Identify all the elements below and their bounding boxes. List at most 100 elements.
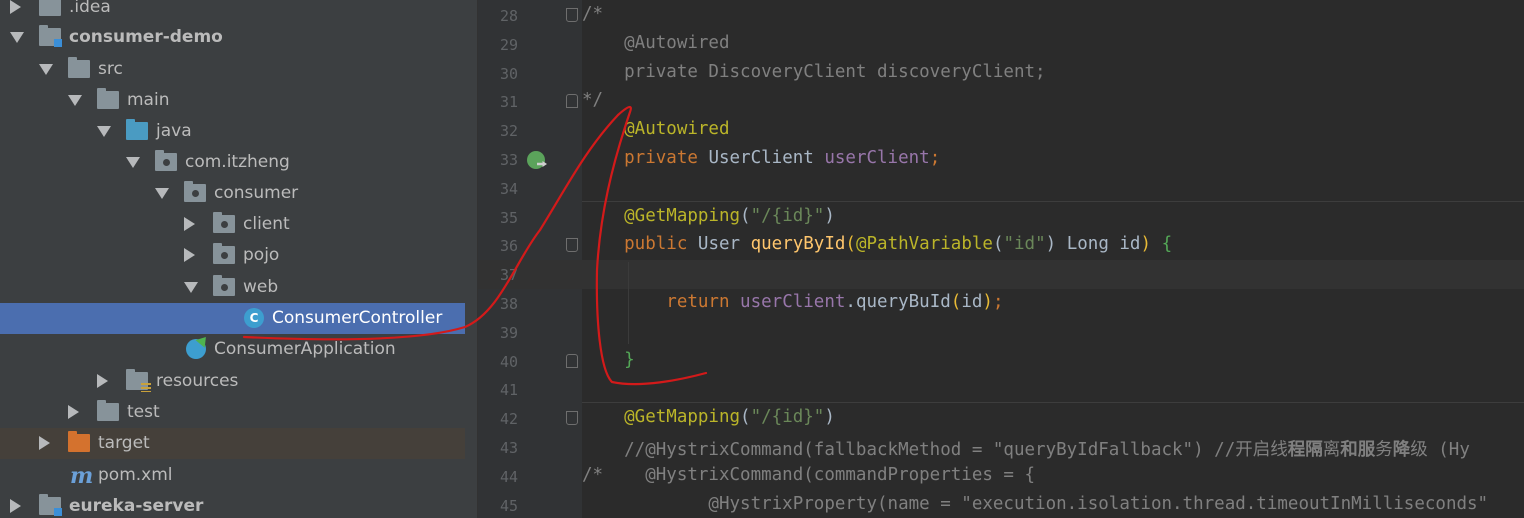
spring-bean-navigate-icon[interactable] — [527, 151, 545, 169]
code-token: 降 — [1392, 440, 1411, 460]
tree-item-label: ConsumerController — [272, 308, 443, 328]
fold-marker-icon[interactable] — [566, 411, 578, 425]
tree-item-test[interactable]: test — [0, 397, 465, 428]
line-number: 44 — [499, 468, 518, 486]
code-line[interactable]: 29 @Autowired — [478, 30, 1524, 59]
tree-item-label: main — [127, 90, 170, 110]
chevron-right-icon[interactable] — [184, 248, 195, 262]
code-text: private DiscoveryClient discoveryClient; — [582, 62, 1045, 82]
tree-item-label: web — [243, 277, 279, 297]
chevron-down-icon[interactable] — [39, 64, 53, 75]
code-text: /* — [582, 4, 603, 24]
code-line[interactable]: 40 } — [478, 347, 1524, 376]
tree-item-resources[interactable]: resources — [0, 366, 465, 397]
code-token: userClient — [740, 292, 846, 312]
tree-item-src[interactable]: src — [0, 54, 465, 85]
code-line[interactable]: 30 private DiscoveryClient discoveryClie… — [478, 59, 1524, 88]
code-line[interactable]: 38 return userClient.queryBuId(id); — [478, 289, 1524, 318]
tree-item-eureka-server[interactable]: eureka-server — [0, 491, 465, 518]
code-line[interactable]: 31 */ — [478, 87, 1524, 116]
code-text: public User queryById(@PathVariable("id"… — [582, 234, 1172, 254]
chevron-down-icon[interactable] — [184, 282, 198, 293]
tree-item-com-itzheng[interactable]: com.itzheng — [0, 147, 465, 178]
fold-marker-icon[interactable] — [566, 8, 578, 22]
code-token: "id" — [1003, 234, 1046, 254]
tree-item-label: client — [243, 214, 290, 234]
chevron-down-icon[interactable] — [10, 32, 24, 43]
code-token: ( — [950, 292, 962, 312]
code-text: @GetMapping("/{id}") — [582, 206, 835, 226]
code-text: return userClient.queryBuId(id); — [582, 292, 1003, 312]
code-line[interactable]: 36 public User queryById(@PathVariable("… — [478, 231, 1524, 260]
code-token: ( — [992, 234, 1004, 254]
chevron-right-icon[interactable] — [97, 374, 108, 388]
java-class-icon: C — [244, 308, 264, 328]
code-line[interactable]: 32 @Autowired — [478, 116, 1524, 145]
code-line[interactable]: 28 /* — [478, 1, 1524, 30]
chevron-right-icon[interactable] — [68, 405, 79, 419]
tree-item-consumer[interactable]: consumer — [0, 178, 465, 209]
chevron-down-icon[interactable] — [68, 95, 82, 106]
tree-item-target[interactable]: target — [0, 428, 465, 459]
chevron-right-icon[interactable] — [10, 0, 21, 14]
tree-item-consumercontroller[interactable]: C ConsumerController — [0, 303, 465, 334]
tree-item-label: src — [98, 59, 123, 79]
folder-icon — [68, 431, 90, 452]
code-token: 务 — [1375, 440, 1393, 460]
tree-item-label: resources — [156, 371, 239, 391]
maven-icon: m — [70, 463, 94, 489]
tree-item-label: com.itzheng — [185, 152, 290, 172]
chevron-down-icon[interactable] — [97, 126, 111, 137]
code-line[interactable]: 35 @GetMapping("/{id}") — [478, 203, 1524, 232]
chevron-right-icon[interactable] — [10, 499, 21, 513]
code-line[interactable]: 44 /* @HystrixCommand(commandProperties =… — [478, 462, 1524, 491]
panel-divider[interactable] — [465, 0, 478, 518]
code-editor[interactable]: 28/* 29 @Autowired 30 private DiscoveryCli… — [478, 0, 1524, 518]
tree-item-pojo[interactable]: pojo — [0, 240, 465, 271]
code-token: 程隔 — [1287, 440, 1323, 460]
folder-icon — [68, 57, 90, 78]
spring-boot-class-icon — [186, 339, 206, 359]
fold-marker-icon[interactable] — [566, 238, 578, 252]
code-line[interactable]: 33 private UserClient userClient; — [478, 145, 1524, 174]
module-icon — [39, 494, 62, 516]
code-text: //@HystrixCommand(fallbackMethod = "quer… — [582, 436, 1470, 461]
code-line[interactable]: 39 — [478, 318, 1524, 347]
code-token: ) — [1140, 234, 1152, 254]
code-line[interactable]: 43 //@HystrixCommand(fallbackMethod = "q… — [478, 433, 1524, 462]
chevron-right-icon[interactable] — [39, 436, 50, 450]
tree-item-pom-xml[interactable]: m pom.xml — [0, 460, 465, 491]
code-token: /* — [582, 4, 604, 24]
code-text: */ — [582, 90, 603, 110]
tree-item--idea[interactable]: .idea — [0, 0, 465, 23]
tree-item-consumer-demo[interactable]: consumer-demo — [0, 22, 465, 53]
code-token: UserClient — [708, 148, 825, 168]
chevron-right-icon[interactable] — [184, 217, 195, 231]
tree-item-label: consumer-demo — [69, 27, 223, 47]
tree-item-java[interactable]: java — [0, 116, 465, 147]
code-line[interactable]: 45 @HystrixProperty(name = "execution.is… — [478, 491, 1524, 518]
code-line[interactable]: 34 — [478, 174, 1524, 203]
code-line[interactable]: 37 — [478, 260, 1524, 289]
code-token: User — [697, 234, 751, 254]
chevron-down-icon[interactable] — [155, 188, 169, 199]
tree-item-client[interactable]: client — [0, 209, 465, 240]
code-token: @HystrixProperty(name = "execution.isola… — [582, 494, 1489, 514]
fold-marker-icon[interactable] — [566, 94, 578, 108]
method-separator — [582, 201, 1524, 202]
code-token: //@HystrixCommand(fallbackMethod = "quer… — [582, 440, 1288, 460]
code-line[interactable]: 42 @GetMapping("/{id}") — [478, 404, 1524, 433]
code-token: queryById — [750, 234, 846, 254]
code-token: private — [582, 148, 709, 168]
code-token: { — [1161, 234, 1173, 254]
code-token: .queryBuId — [845, 292, 951, 312]
fold-marker-icon[interactable] — [566, 354, 578, 368]
tree-item-label: test — [127, 402, 160, 422]
tree-item-label: eureka-server — [69, 496, 204, 516]
tree-item-consumerapplication[interactable]: ConsumerApplication — [0, 334, 465, 365]
code-text: @GetMapping("/{id}") — [582, 407, 835, 427]
tree-item-main[interactable]: main — [0, 85, 465, 116]
tree-item-web[interactable]: web — [0, 272, 465, 303]
code-line[interactable]: 41 — [478, 375, 1524, 404]
chevron-down-icon[interactable] — [126, 157, 140, 168]
